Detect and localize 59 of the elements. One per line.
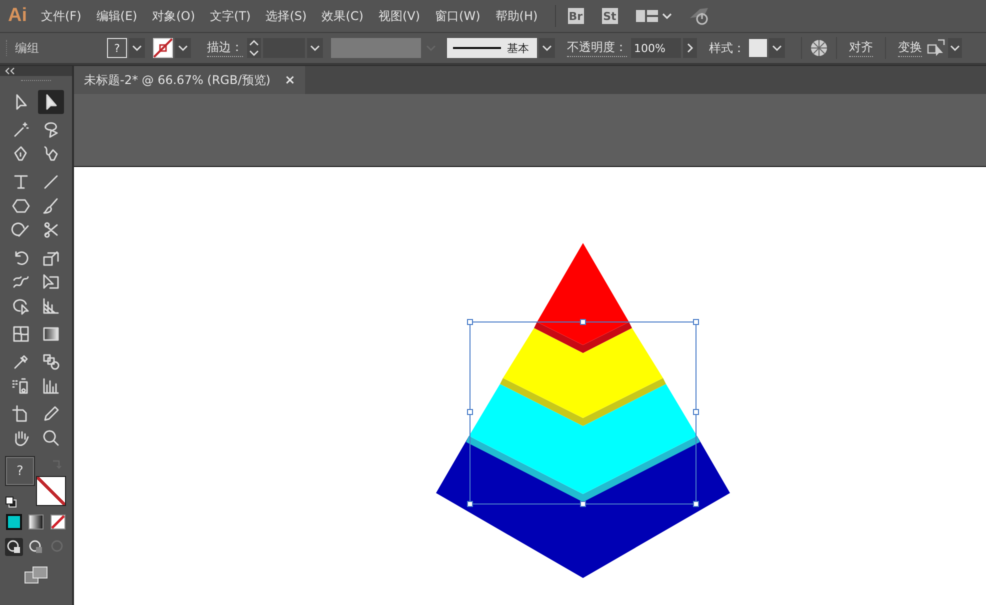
- menu-item[interactable]: 对象(O): [152, 8, 196, 24]
- fill-swatch[interactable]: ?: [107, 38, 127, 58]
- menu-item[interactable]: 视图(V): [378, 8, 420, 24]
- app-logo: Ai: [8, 5, 27, 27]
- opacity-field[interactable]: 100%: [631, 38, 681, 58]
- menu-item[interactable]: 效果(C): [322, 8, 364, 24]
- bridge-button[interactable]: Br: [568, 8, 584, 24]
- menu-item[interactable]: 文字(T): [210, 8, 251, 24]
- style-label: 样式：: [709, 40, 745, 56]
- selection-type-label: 编组: [15, 40, 40, 56]
- collapse-panel-icon[interactable]: [4, 67, 16, 75]
- draw-mode-icon[interactable]: [5, 538, 23, 556]
- stroke-none-swatch[interactable]: [36, 476, 66, 506]
- close-tab-button[interactable]: ×: [284, 72, 296, 88]
- selection-bounding-box[interactable]: [467, 319, 699, 507]
- blend-icon: [41, 352, 61, 372]
- default-colors-icon[interactable]: [5, 496, 17, 508]
- document-title: 未标题-2* @ 66.67% (RGB/预览): [84, 72, 270, 88]
- stroke-none-swatch[interactable]: [153, 38, 173, 58]
- caret-icon[interactable]: [175, 38, 191, 58]
- caret-icon[interactable]: [539, 38, 555, 58]
- caret-icon[interactable]: [662, 12, 672, 20]
- gradient-mode-swatch[interactable]: [28, 514, 44, 530]
- bar-graph-icon: [41, 376, 61, 396]
- caret-icon[interactable]: [307, 38, 323, 58]
- screen-mode-icon[interactable]: [24, 566, 48, 584]
- none-mode-swatch[interactable]: [50, 514, 66, 530]
- free-transform-icon: [41, 272, 61, 292]
- tool-button[interactable]: [38, 90, 64, 114]
- symbol-sprayer-icon: [11, 376, 31, 396]
- perspective-grid-icon: [41, 296, 61, 316]
- stroke-label[interactable]: 描边：: [207, 39, 243, 57]
- align-link[interactable]: 对齐: [849, 39, 873, 57]
- draw-mode-icon[interactable]: [27, 538, 45, 556]
- caret-icon[interactable]: [129, 38, 145, 58]
- workspace-layout-icon[interactable]: [636, 9, 658, 23]
- menu-item[interactable]: 编辑(E): [96, 8, 138, 24]
- transform-link[interactable]: 变换: [898, 39, 922, 57]
- chevron-right-icon[interactable]: [683, 38, 697, 58]
- spinner-arrows-icon[interactable]: [247, 38, 261, 58]
- menu-item[interactable]: 选择(S): [266, 8, 307, 24]
- fill-swatch[interactable]: ?: [5, 456, 35, 486]
- stock-button[interactable]: St: [602, 8, 618, 24]
- menu-item[interactable]: 文件(F): [41, 8, 82, 24]
- opacity-link[interactable]: 不透明度：: [567, 39, 627, 57]
- caret-icon[interactable]: [769, 38, 785, 58]
- color-mode-swatch[interactable]: [6, 514, 22, 530]
- transform-handles-icon[interactable]: [926, 39, 946, 57]
- menu-item[interactable]: 窗口(W): [435, 8, 480, 24]
- shape-builder-icon: [11, 296, 31, 316]
- caret-icon[interactable]: [948, 38, 962, 58]
- brush-definition-field[interactable]: 基本: [447, 38, 537, 58]
- recolor-wheel-icon[interactable]: [810, 39, 828, 57]
- menu-item[interactable]: 帮助(H): [495, 8, 538, 24]
- mesh-icon: [11, 324, 31, 344]
- search-icon: [41, 428, 61, 448]
- graphic-style-swatch[interactable]: [749, 39, 767, 57]
- sync-power-icon[interactable]: [688, 6, 710, 26]
- document-tab[interactable]: 未标题-2* @ 66.67% (RGB/预览) ×: [74, 66, 306, 94]
